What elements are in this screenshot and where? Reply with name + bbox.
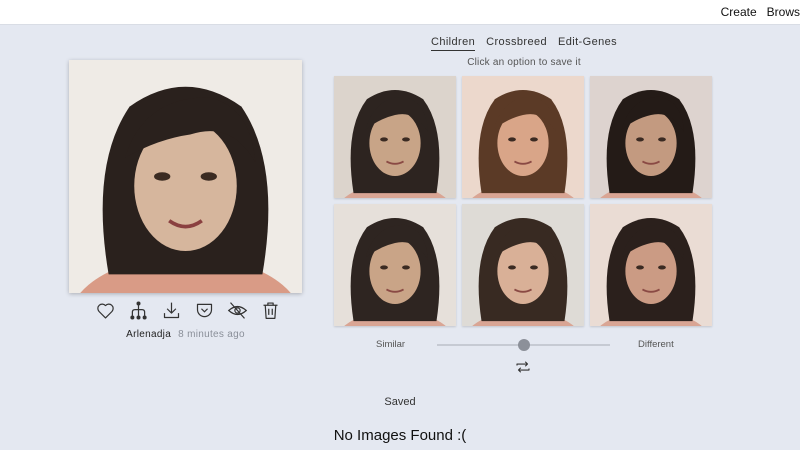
similarity-control: Similar Different [334, 337, 714, 353]
top-bar: Create Brows [0, 0, 800, 25]
portrait-image [69, 60, 302, 293]
main-portrait [69, 60, 302, 293]
family-tree-icon [130, 300, 147, 320]
pocket-save-icon [196, 303, 213, 317]
option-portrait [590, 76, 712, 198]
option-tile[interactable] [462, 76, 584, 198]
heart-icon [97, 303, 114, 319]
option-tile[interactable] [590, 204, 712, 326]
browse-link[interactable]: Brows [767, 5, 800, 19]
option-portrait [462, 76, 584, 198]
empty-state-message: No Images Found :( [333, 427, 467, 444]
saved-heading: Saved [384, 396, 416, 408]
download-icon [163, 302, 180, 318]
option-tile[interactable] [590, 76, 712, 198]
option-portrait [334, 76, 456, 198]
like-button[interactable] [89, 298, 122, 322]
family-tree-button[interactable] [122, 298, 155, 322]
trash-icon [263, 301, 278, 319]
option-tile[interactable] [462, 204, 584, 326]
eye-off-icon [227, 301, 248, 319]
regenerate-button[interactable] [514, 358, 532, 376]
delete-button[interactable] [254, 298, 287, 322]
option-tile[interactable] [334, 204, 456, 326]
option-portrait [590, 204, 712, 326]
image-actions [89, 298, 287, 322]
author-name[interactable]: Arlenadja [126, 329, 171, 340]
tab-children[interactable]: Children [430, 36, 476, 51]
option-tile[interactable] [334, 76, 456, 198]
option-grid [334, 76, 712, 326]
option-portrait [334, 204, 456, 326]
similarity-slider-thumb[interactable] [517, 339, 530, 351]
tab-edit-genes[interactable]: Edit-Genes [558, 36, 617, 51]
similar-label: Similar [376, 339, 406, 350]
tab-crossbreed[interactable]: Crossbreed [486, 36, 547, 51]
pocket-save-button[interactable] [188, 298, 221, 322]
hide-button[interactable] [221, 298, 254, 322]
top-nav: Create Brows [721, 5, 800, 19]
hint-text: Click an option to save it [467, 57, 581, 68]
option-portrait [462, 204, 584, 326]
timestamp: 8 minutes ago [178, 329, 245, 340]
different-label: Different [638, 339, 674, 350]
download-button[interactable] [155, 298, 188, 322]
repeat-icon [516, 361, 530, 373]
create-link[interactable]: Create [721, 5, 757, 19]
mode-tabs: Children Crossbreed Edit-Genes [334, 36, 714, 51]
image-credit: Arlenadja 8 minutes ago [69, 329, 302, 340]
